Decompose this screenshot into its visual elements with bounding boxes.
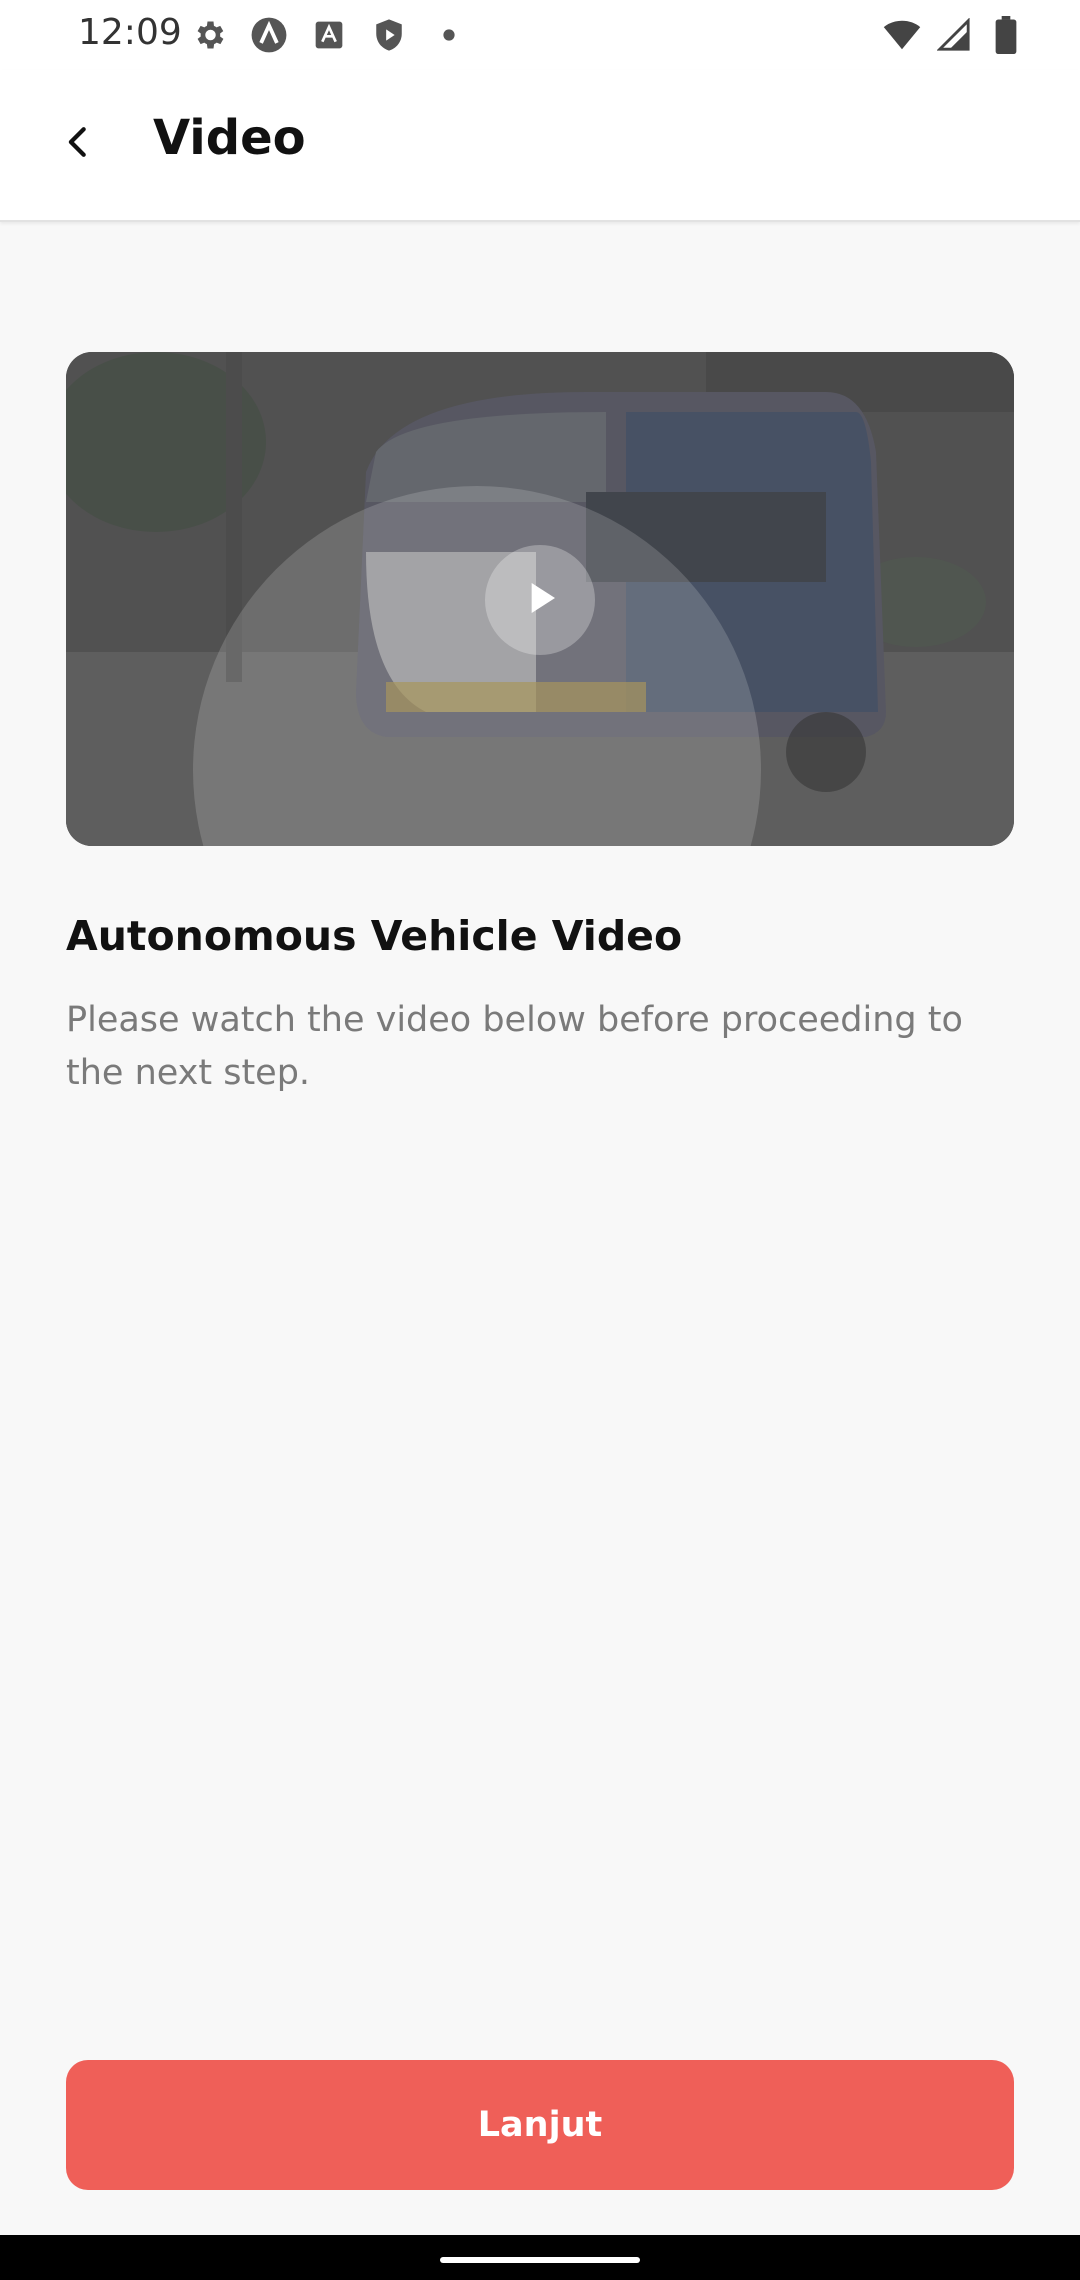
continue-button[interactable]: Lanjut <box>66 2060 1014 2190</box>
battery-icon <box>987 16 1025 54</box>
back-button[interactable] <box>40 106 116 182</box>
page-title: Video <box>153 110 306 166</box>
dot-icon <box>430 16 468 54</box>
video-player[interactable] <box>66 352 1014 846</box>
font-icon <box>310 16 348 54</box>
status-bar: 12:09 <box>0 0 1080 70</box>
status-time: 12:09 <box>78 12 182 53</box>
app-bar: Video <box>0 70 1080 222</box>
shield-icon <box>370 16 408 54</box>
chevron-left-icon <box>61 125 95 163</box>
status-system-icons <box>883 16 1025 54</box>
video-description: Please watch the video below before proc… <box>66 1000 963 1093</box>
home-handle[interactable] <box>440 2257 640 2263</box>
video-title: Autonomous Vehicle Video <box>66 912 683 960</box>
app-a-icon <box>250 16 288 54</box>
gesture-nav-bar <box>0 2235 1080 2280</box>
status-notification-icons <box>190 16 468 54</box>
play-button[interactable] <box>485 545 595 655</box>
wifi-icon <box>883 16 921 54</box>
signal-icon <box>935 16 973 54</box>
settings-icon <box>190 16 228 54</box>
play-icon <box>520 578 560 622</box>
